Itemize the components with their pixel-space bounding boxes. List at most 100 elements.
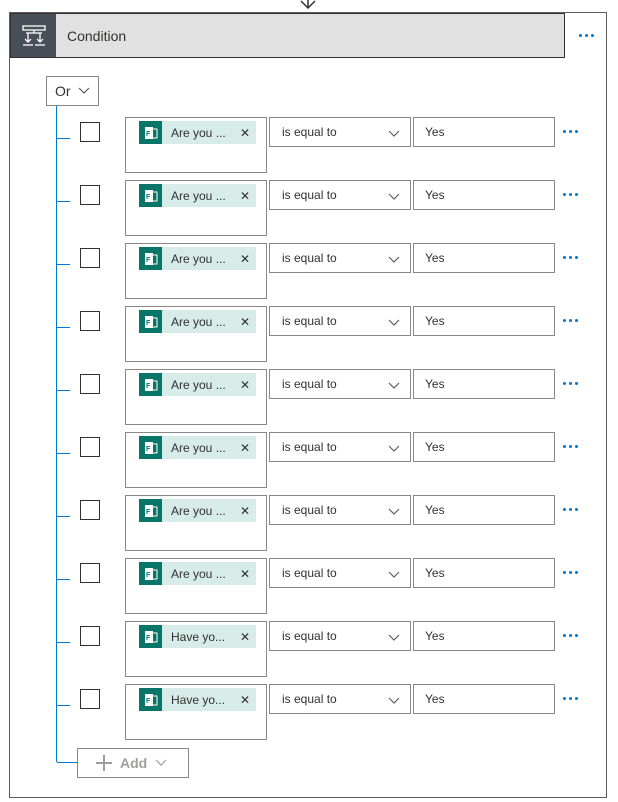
forms-icon: F	[139, 184, 162, 207]
chevron-down-icon	[388, 256, 400, 263]
right-operand-field[interactable]: Yes	[413, 117, 555, 147]
row-checkbox[interactable]	[80, 563, 100, 583]
comparison-operator-dropdown[interactable]: is equal to	[269, 558, 411, 588]
right-operand-field[interactable]: Yes	[413, 306, 555, 336]
left-operand-field[interactable]: F Are you ... ✕	[125, 558, 267, 614]
row-more-options-button[interactable]	[563, 445, 578, 448]
dynamic-content-token[interactable]: F Are you ... ✕	[139, 310, 256, 333]
more-options-icon	[563, 193, 578, 196]
left-operand-field[interactable]: F Are you ... ✕	[125, 180, 267, 236]
condition-row: F Have yo... ✕ is equal to Yes	[10, 621, 608, 677]
dynamic-content-token[interactable]: F Are you ... ✕	[139, 436, 256, 459]
forms-icon: F	[139, 121, 162, 144]
right-operand-field[interactable]: Yes	[413, 243, 555, 273]
row-more-options-button[interactable]	[563, 319, 578, 322]
token-label: Have yo...	[171, 692, 226, 707]
remove-token-icon[interactable]: ✕	[240, 504, 250, 518]
remove-token-icon[interactable]: ✕	[240, 315, 250, 329]
right-operand-field[interactable]: Yes	[413, 432, 555, 462]
token-label: Are you ...	[171, 251, 226, 266]
row-checkbox[interactable]	[80, 311, 100, 331]
left-operand-field[interactable]: F Have yo... ✕	[125, 684, 267, 740]
tree-branch	[57, 201, 70, 202]
comparison-operator-dropdown[interactable]: is equal to	[269, 117, 411, 147]
left-operand-field[interactable]: F Have yo... ✕	[125, 621, 267, 677]
condition-header[interactable]: Condition	[10, 13, 565, 58]
group-operator-dropdown[interactable]: Or	[46, 76, 99, 106]
remove-token-icon[interactable]: ✕	[240, 378, 250, 392]
row-more-options-button[interactable]	[563, 256, 578, 259]
dynamic-content-token[interactable]: F Are you ... ✕	[139, 247, 256, 270]
dynamic-content-token[interactable]: F Have yo... ✕	[139, 688, 256, 711]
comparison-operator-dropdown[interactable]: is equal to	[269, 306, 411, 336]
row-more-options-button[interactable]	[563, 697, 578, 700]
right-operand-field[interactable]: Yes	[413, 369, 555, 399]
row-checkbox[interactable]	[80, 689, 100, 709]
row-checkbox[interactable]	[80, 248, 100, 268]
comparison-operator-dropdown[interactable]: is equal to	[269, 432, 411, 462]
condition-row: F Are you ... ✕ is equal to Yes	[10, 495, 608, 551]
row-more-options-button[interactable]	[563, 193, 578, 196]
svg-text:F: F	[146, 257, 151, 264]
right-operand-field[interactable]: Yes	[413, 495, 555, 525]
row-checkbox[interactable]	[80, 437, 100, 457]
right-operand-field[interactable]: Yes	[413, 621, 555, 651]
remove-token-icon[interactable]: ✕	[240, 126, 250, 140]
left-operand-field[interactable]: F Are you ... ✕	[125, 306, 267, 362]
comparison-operator-dropdown[interactable]: is equal to	[269, 369, 411, 399]
dynamic-content-token[interactable]: F Are you ... ✕	[139, 373, 256, 396]
row-checkbox[interactable]	[80, 500, 100, 520]
right-operand-field[interactable]: Yes	[413, 180, 555, 210]
row-more-options-button[interactable]	[563, 571, 578, 574]
forms-icon: F	[139, 499, 162, 522]
svg-text:F: F	[146, 572, 151, 579]
row-more-options-button[interactable]	[563, 382, 578, 385]
remove-token-icon[interactable]: ✕	[240, 630, 250, 644]
row-checkbox[interactable]	[80, 185, 100, 205]
tree-branch	[57, 264, 70, 265]
more-options-icon	[563, 382, 578, 385]
row-more-options-button[interactable]	[563, 130, 578, 133]
dynamic-content-token[interactable]: F Have yo... ✕	[139, 625, 256, 648]
dynamic-content-token[interactable]: F Are you ... ✕	[139, 499, 256, 522]
left-operand-field[interactable]: F Are you ... ✕	[125, 243, 267, 299]
token-label: Are you ...	[171, 188, 226, 203]
add-button-label: Add	[120, 755, 148, 771]
tree-branch	[57, 705, 70, 706]
dynamic-content-token[interactable]: F Are you ... ✕	[139, 121, 256, 144]
right-operand-field[interactable]: Yes	[413, 558, 555, 588]
condition-icon	[11, 14, 56, 57]
token-label: Are you ...	[171, 503, 226, 518]
left-operand-field[interactable]: F Are you ... ✕	[125, 495, 267, 551]
dynamic-content-token[interactable]: F Are you ... ✕	[139, 562, 256, 585]
remove-token-icon[interactable]: ✕	[240, 567, 250, 581]
header-more-options-button[interactable]	[565, 13, 607, 58]
comparison-operator-dropdown[interactable]: is equal to	[269, 243, 411, 273]
row-checkbox[interactable]	[80, 122, 100, 142]
remove-token-icon[interactable]: ✕	[240, 189, 250, 203]
left-operand-field[interactable]: F Are you ... ✕	[125, 117, 267, 173]
remove-token-icon[interactable]: ✕	[240, 252, 250, 266]
left-operand-field[interactable]: F Are you ... ✕	[125, 432, 267, 488]
left-operand-field[interactable]: F Are you ... ✕	[125, 369, 267, 425]
svg-text:F: F	[146, 698, 151, 705]
tree-branch	[57, 138, 70, 139]
comparison-operator-dropdown[interactable]: is equal to	[269, 684, 411, 714]
add-button[interactable]: Add	[77, 748, 189, 778]
row-checkbox[interactable]	[80, 374, 100, 394]
flow-arrow-icon	[300, 0, 316, 10]
remove-token-icon[interactable]: ✕	[240, 441, 250, 455]
row-checkbox[interactable]	[80, 626, 100, 646]
condition-row: F Are you ... ✕ is equal to Yes	[10, 180, 608, 236]
token-label: Are you ...	[171, 314, 226, 329]
row-more-options-button[interactable]	[563, 508, 578, 511]
remove-token-icon[interactable]: ✕	[240, 693, 250, 707]
dynamic-content-token[interactable]: F Are you ... ✕	[139, 184, 256, 207]
comparison-operator-dropdown[interactable]: is equal to	[269, 180, 411, 210]
right-operand-field[interactable]: Yes	[413, 684, 555, 714]
row-more-options-button[interactable]	[563, 634, 578, 637]
comparison-operator-dropdown[interactable]: is equal to	[269, 495, 411, 525]
more-options-icon	[563, 508, 578, 511]
comparison-operator-dropdown[interactable]: is equal to	[269, 621, 411, 651]
tree-branch	[57, 453, 70, 454]
